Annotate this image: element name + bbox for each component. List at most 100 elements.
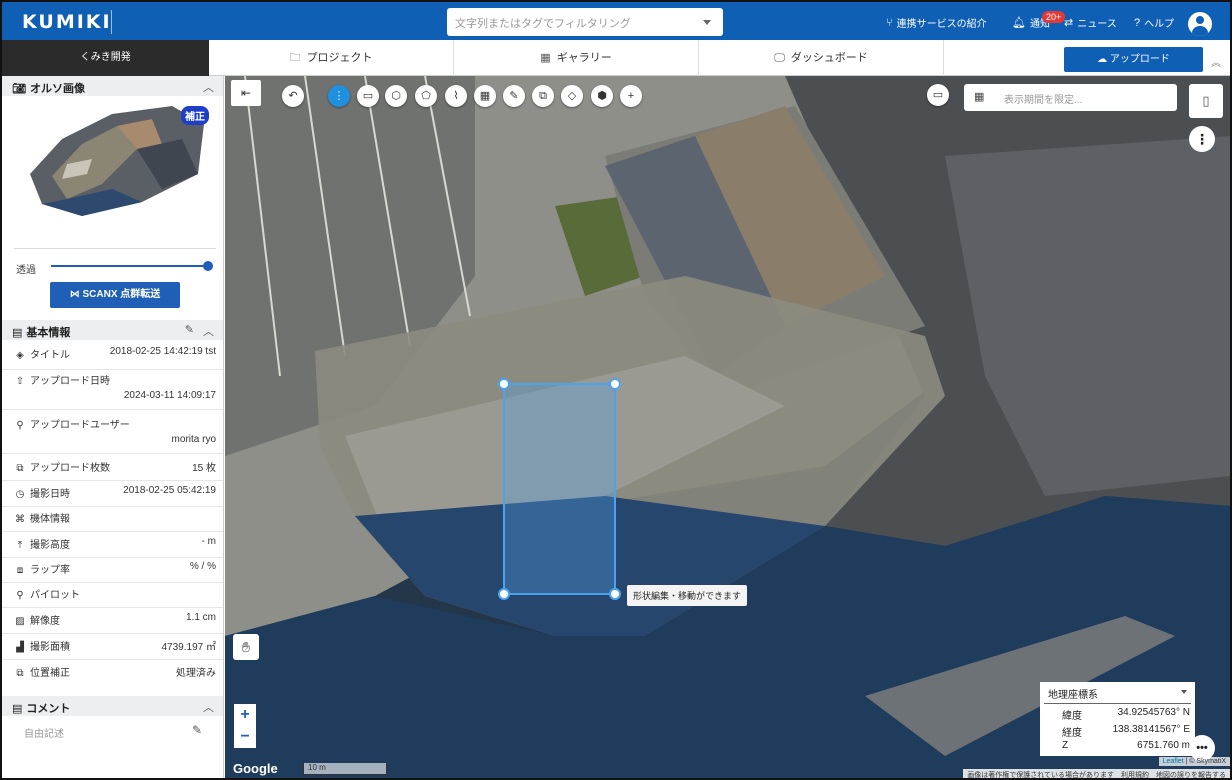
folder-icon: 🗀: [289, 52, 301, 64]
user-icon: ⚲: [16, 420, 24, 431]
polygon-point-icon[interactable]: ⬡: [385, 85, 407, 107]
chevron-down-icon[interactable]: [1181, 690, 1187, 694]
avatar[interactable]: [1188, 12, 1212, 36]
document-icon: ▤: [12, 327, 23, 339]
correction-badge: 補正: [181, 106, 209, 125]
chevron-up-icon[interactable]: ︿: [203, 79, 214, 95]
divider: [14, 248, 216, 249]
chevron-up-icon[interactable]: ︿: [203, 699, 214, 715]
chevron-down-icon[interactable]: [703, 20, 711, 25]
pencil-icon[interactable]: ✎: [192, 723, 202, 737]
info-value: 1.1 cm: [185, 612, 216, 623]
help-link[interactable]: ? ヘルプ: [1134, 15, 1174, 31]
info-key: タイトル: [30, 350, 70, 361]
share-nodes-icon: ⑂: [886, 16, 893, 29]
shape-edit-tooltip: 形状編集・移動ができます: [627, 585, 748, 606]
ruler-icon[interactable]: ▭: [357, 85, 379, 107]
latitude-row: 緯度 34.92545763° N: [1062, 707, 1190, 722]
copy-icon[interactable]: ⧉: [532, 85, 554, 107]
latitude-label: 緯度: [1062, 711, 1082, 722]
info-key: 解像度: [30, 616, 60, 627]
coordinate-system-select[interactable]: 地理座標系: [1044, 682, 1191, 704]
edit-icon[interactable]: ✎: [503, 85, 525, 107]
scanx-label: SCANX 点群転送: [82, 289, 161, 300]
comment-icon: ▤: [12, 703, 23, 715]
info-row-title: ◈ タイトル 2018-02-25 14:42:19 tst: [2, 346, 223, 370]
images-icon: ⧉: [16, 463, 24, 474]
info-row-aircraft: ⌘ 機体情報: [2, 510, 223, 532]
upload-button[interactable]: ☁ アップロード: [1064, 47, 1203, 72]
info-row-resolution: ▨ 解像度 1.1 cm: [2, 612, 223, 634]
info-key: アップロード枚数: [30, 463, 110, 474]
longitude-label: 経度: [1062, 728, 1082, 739]
filter-search-input[interactable]: 文字列またはタグでフィルタリング: [447, 8, 723, 36]
info-row-upload-date: ⇧ アップロード日時 2024-03-11 14:09:17: [2, 372, 223, 410]
services-link[interactable]: ⑂ 連携サービスの紹介: [886, 15, 987, 31]
info-row-upload-count: ⧉ アップロード枚数 15 枚: [2, 459, 223, 481]
comment-title: コメント: [26, 703, 71, 715]
ortho-section-header[interactable]: 📷︎ オルソ画像 ︿: [2, 76, 223, 96]
undo-icon[interactable]: ↶: [282, 85, 304, 107]
info-value: % / %: [189, 561, 216, 572]
grid-icon[interactable]: ▦: [474, 85, 496, 107]
info-value: 処理済み: [176, 668, 216, 679]
collapse-header-icon[interactable]: ︽: [1211, 54, 1221, 69]
cube-icon[interactable]: ⬢: [591, 85, 613, 107]
project-name[interactable]: くみき開発: [2, 40, 209, 76]
opacity-slider-track[interactable]: [51, 265, 208, 267]
shape-vertex-handle[interactable]: [609, 378, 621, 390]
info-row-overlap: ⧈ ラップ率 % / %: [2, 561, 223, 583]
app-logo[interactable]: KUMIKI: [22, 11, 112, 33]
shape-vertex-handle[interactable]: [609, 588, 621, 600]
news-label: ニュース: [1077, 19, 1117, 30]
basic-info-header[interactable]: ▤ 基本情報 ✎ ︿: [2, 320, 223, 340]
scanx-transfer-button[interactable]: ⋈ SCANX 点群転送: [50, 282, 180, 308]
tab-gallery[interactable]: ▦ ギャラリー: [454, 40, 699, 76]
info-row-position-correction: ⧉ 位置補正 処理済み: [2, 664, 223, 686]
date-range-filter-input[interactable]: ▦ 表示期間を限定...: [964, 84, 1177, 111]
polyline-icon[interactable]: ⌇: [445, 85, 467, 107]
selected-shape[interactable]: [503, 383, 616, 595]
more-vertical-icon[interactable]: ⋮: [328, 85, 350, 107]
more-options-icon[interactable]: ⋮: [1189, 126, 1215, 152]
sidebar: 📷︎ オルソ画像 ︿ 補正 透過 ⋈ SCANX 点群転送 ▤ 基本情報 ✎ ︿ ◈…: [2, 76, 224, 778]
pan-hand-icon[interactable]: ✋︎: [233, 634, 259, 660]
zoom-in-button[interactable]: +: [234, 704, 256, 726]
info-row-area: ▟ 撮影面積 4739.197 ㎡: [2, 638, 223, 660]
info-value: 2018-02-25 14:42:19 tst: [109, 346, 216, 357]
area-icon: ▟: [16, 642, 24, 653]
polygon-icon[interactable]: ⬠: [415, 85, 437, 107]
collapse-sidebar-button[interactable]: ⇤: [231, 80, 261, 106]
info-row-capture-date: ◷ 撮影日時 2018-02-25 05:42:19: [2, 485, 223, 507]
comment-input[interactable]: 自由記述: [24, 725, 64, 740]
map-layers-icon[interactable]: ▯: [1189, 84, 1223, 118]
news-link[interactable]: ⇄ ニュース: [1064, 15, 1117, 30]
tab-gallery-label: ギャラリー: [556, 52, 612, 64]
comment-section-header[interactable]: ▤ コメント ︿: [2, 696, 223, 716]
chevron-up-icon[interactable]: ︿: [203, 323, 214, 339]
opacity-slider-handle[interactable]: [203, 261, 213, 271]
zoom-out-button[interactable]: −: [234, 726, 256, 748]
shape-vertex-handle[interactable]: [498, 588, 510, 600]
add-icon[interactable]: +: [620, 85, 642, 107]
tab-projects[interactable]: 🗀 プロジェクト: [209, 40, 454, 76]
layers-icon: ◈: [16, 350, 24, 361]
shape-vertex-handle[interactable]: [498, 378, 510, 390]
coordinate-system-label: 地理座標系: [1048, 690, 1098, 701]
map-view[interactable]: ⇤ ↶ ⋮ ▭ ⬡ ⬠ ⌇ ▦ ✎ ⧉ ◇ ⬢ + ▭ ▦ 表示期間を限定...…: [225, 76, 1230, 778]
swap-icon: ⇄: [1064, 17, 1074, 29]
z-label: Z: [1062, 740, 1069, 751]
eraser-icon[interactable]: ◇: [561, 85, 583, 107]
display-toggle-icon[interactable]: ▭: [927, 84, 949, 106]
ortho-title: オルソ画像: [29, 83, 85, 95]
info-value: 2024-03-11 14:09:17: [123, 390, 216, 401]
info-key: ラップ率: [30, 565, 70, 576]
leaflet-link[interactable]: Leaflet: [1163, 758, 1184, 765]
cloud-upload-icon: ☁: [1097, 54, 1108, 65]
upload-label: アップロード: [1109, 54, 1170, 65]
info-key: パイロット: [30, 590, 80, 601]
pencil-icon[interactable]: ✎: [185, 323, 194, 336]
map-terms-attribution[interactable]: 画像は著作権で保護されている場合があります 利用規約 地図の誤りを報告する: [963, 769, 1230, 778]
tab-dashboard[interactable]: 🖵 ダッシュボード: [699, 40, 944, 76]
tab-projects-label: プロジェクト: [306, 52, 373, 64]
